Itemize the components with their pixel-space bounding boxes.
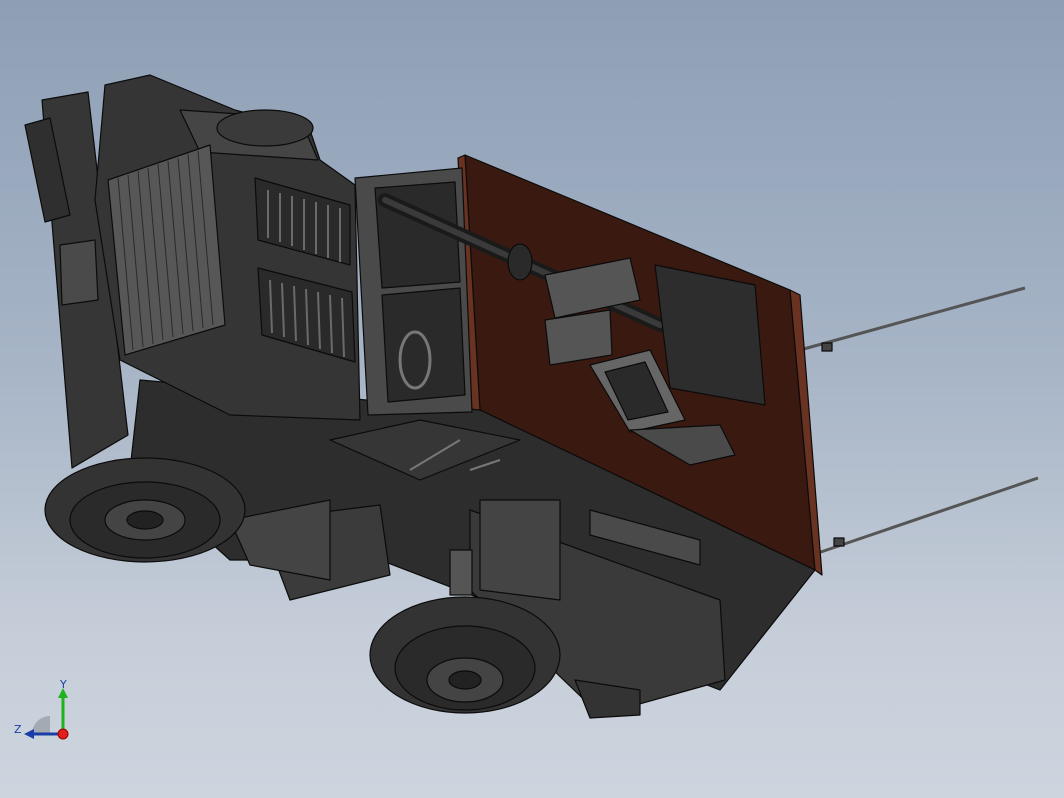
orientation-triad: Y Z <box>14 678 69 740</box>
front-wheel <box>44 457 246 563</box>
cab-frame <box>354 167 473 416</box>
y-axis-label: Y <box>59 678 67 691</box>
3d-vehicle-model[interactable] <box>0 0 1064 798</box>
antenna-upper <box>799 286 1026 352</box>
antenna-lower <box>811 476 1039 557</box>
grille <box>107 144 226 356</box>
graphics-viewport[interactable]: Y Z <box>0 0 1064 798</box>
z-axis-label: Z <box>14 723 22 736</box>
